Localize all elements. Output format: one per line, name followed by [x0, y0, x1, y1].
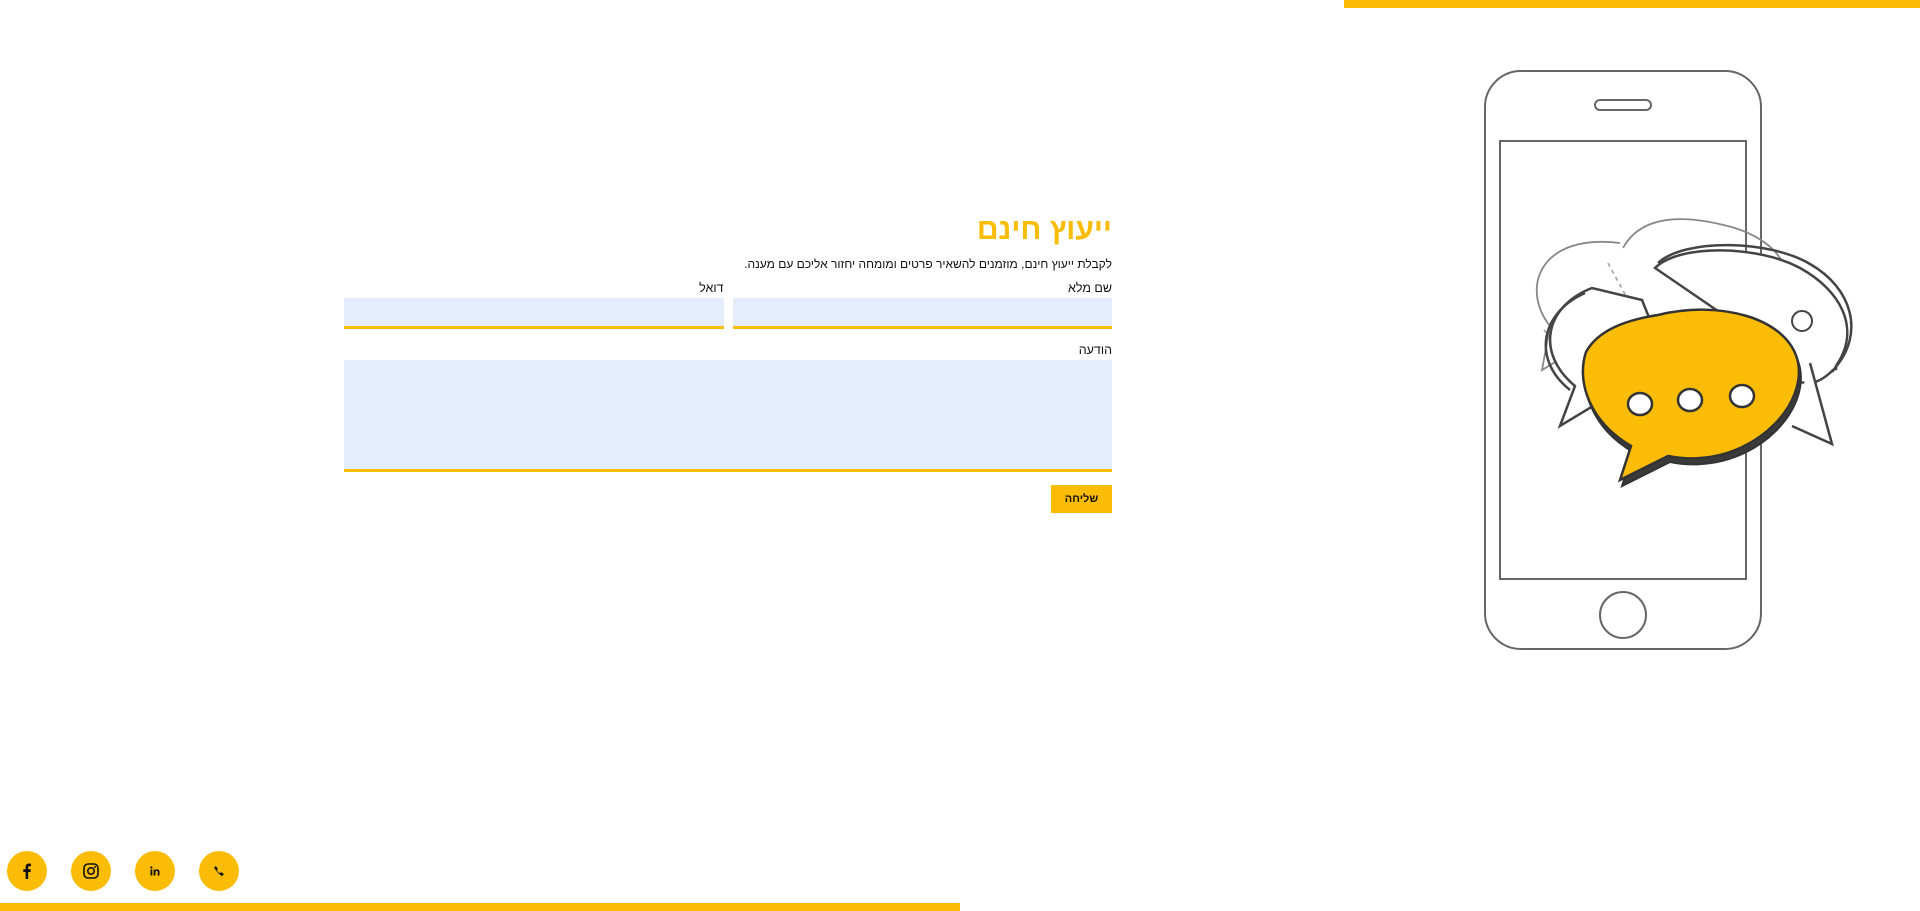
top-accent-bar — [1344, 0, 1920, 8]
form-title: ייעוץ חינם — [976, 213, 1112, 246]
bottom-accent-bar — [0, 903, 960, 911]
message-field-group: הודעה — [344, 342, 1112, 472]
send-button[interactable]: שליחה — [1051, 485, 1112, 513]
email-field-group: דואל — [344, 280, 724, 329]
instagram-link[interactable] — [71, 851, 111, 891]
message-textarea[interactable] — [344, 360, 1112, 472]
facebook-icon — [23, 863, 31, 879]
email-label: דואל — [699, 281, 724, 295]
phone-chat-illustration — [1484, 70, 1853, 650]
contact-form: ייעוץ חינם לקבלת ייעוץ חינם, מוזמנים להש… — [344, 212, 1112, 513]
email-input[interactable] — [344, 298, 724, 329]
full-name-input[interactable] — [732, 298, 1112, 329]
instagram-icon — [83, 863, 99, 879]
phone-link[interactable] — [199, 851, 239, 891]
full-name-label: שם מלא — [1067, 281, 1112, 295]
form-description: לקבלת ייעוץ חינם, מוזמנים להשאיר פרטים ו… — [744, 257, 1112, 271]
phone-icon — [214, 866, 224, 876]
full-name-field-group: שם מלא — [732, 280, 1112, 329]
linkedin-link[interactable] — [135, 851, 175, 891]
facebook-link[interactable] — [7, 851, 47, 891]
social-links — [7, 851, 239, 891]
linkedin-icon — [150, 866, 160, 876]
form-row: שם מלא דואל — [344, 280, 1112, 329]
message-label: הודעה — [1078, 343, 1112, 357]
